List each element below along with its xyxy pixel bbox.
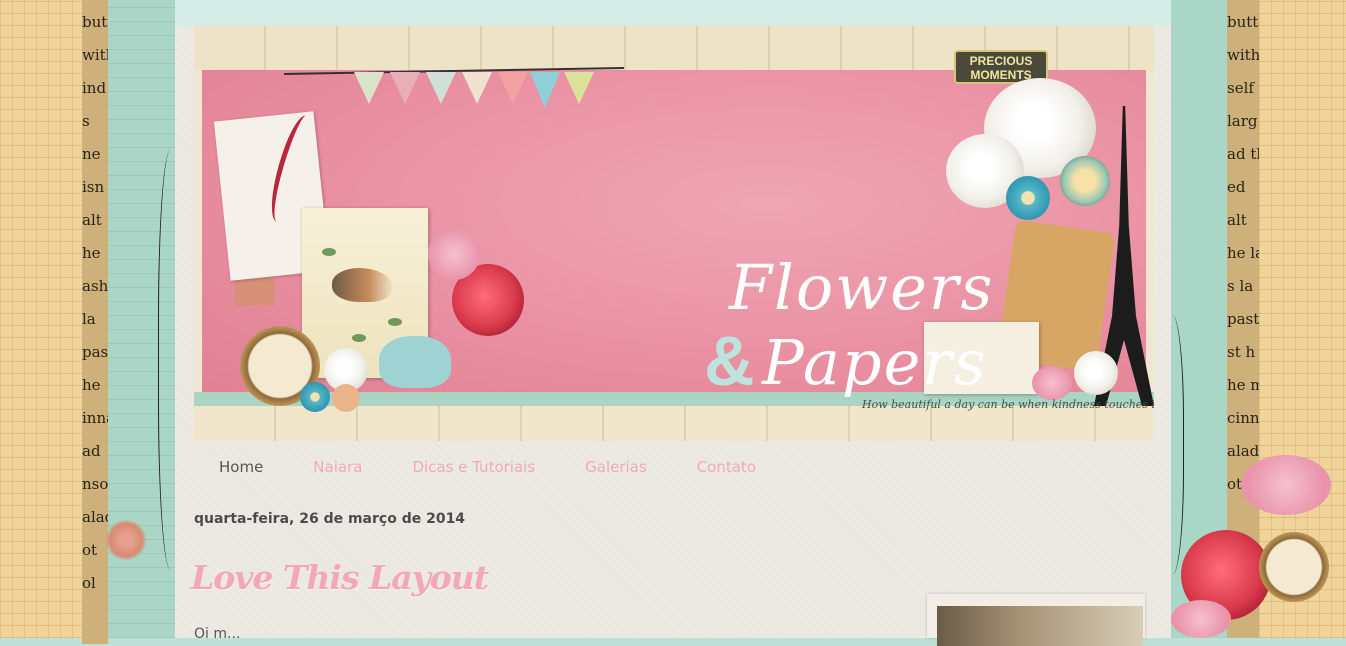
- newspaper-word: isn: [82, 178, 105, 196]
- newspaper-word: alt: [1227, 211, 1247, 229]
- post-date: quarta-feira, 26 de março de 2014: [194, 511, 466, 527]
- main-navigation: Home Naiara Dicas e Tutoriais Galerias Conta…: [219, 455, 806, 479]
- bunting-flag: [354, 72, 384, 104]
- logo-text-flowers: Flowers: [729, 251, 995, 324]
- bird-illustration: [332, 268, 392, 302]
- logo-ampersand: &: [704, 322, 755, 400]
- newspaper-word: with: [1227, 46, 1259, 64]
- newspaper-word: butte: [82, 13, 108, 31]
- newspaper-word: larg: [1227, 112, 1258, 130]
- newspaper-word: pas: [82, 343, 108, 361]
- newspaper-word: la: [82, 310, 96, 328]
- teapot-decoration: [379, 336, 451, 388]
- right-background-decoration: butte with self larg ad th ed alt he la s la past…: [1171, 0, 1346, 638]
- newspaper-word: nso: [82, 475, 108, 493]
- newspaper-word: alad: [82, 508, 108, 526]
- badge-line: PRECIOUS: [969, 54, 1033, 68]
- newspaper-word: he: [82, 244, 101, 262]
- flower-decoration: [1171, 600, 1231, 638]
- white-flower-decoration: [1074, 351, 1118, 395]
- newspaper-word: ind: [82, 79, 107, 97]
- flower-decoration: [1032, 366, 1072, 400]
- logo-text-papers: Papers: [762, 326, 988, 399]
- bunting-flag: [498, 72, 528, 104]
- post-image[interactable]: [927, 594, 1145, 646]
- grid-paper-strip: [0, 0, 82, 638]
- newspaper-word: s la: [1227, 277, 1254, 295]
- newspaper-word: self: [1227, 79, 1254, 97]
- post-body-text: Oi m...: [194, 626, 241, 642]
- newspaper-word: with: [82, 46, 108, 64]
- bunting-flag: [426, 72, 456, 104]
- leaf: [352, 334, 366, 342]
- newspaper-word: ed: [1227, 178, 1246, 196]
- newspaper-word: ashed: [82, 277, 108, 295]
- newspaper-word: he: [82, 376, 101, 394]
- blue-flower-decoration: [1006, 176, 1050, 220]
- clock-decoration: [1259, 532, 1329, 602]
- post-title[interactable]: Love This Layout: [191, 558, 489, 597]
- bunting-flag: [390, 72, 420, 104]
- stitch-doodle: [1155, 315, 1184, 575]
- newspaper-word: ne: [82, 145, 101, 163]
- newspaper-word: alt: [82, 211, 102, 229]
- blue-flower-decoration: [300, 382, 330, 412]
- nav-link-contato[interactable]: Contato: [697, 455, 756, 479]
- newspaper-word: he m: [1227, 376, 1259, 394]
- leaf: [388, 318, 402, 326]
- nav-link-galerias[interactable]: Galerias: [585, 455, 647, 479]
- leaf: [322, 248, 336, 256]
- newspaper-word: butte: [1227, 13, 1259, 31]
- flower-decoration: [428, 228, 480, 280]
- newspaper-word: ad th: [1227, 145, 1259, 163]
- left-background-decoration: butte with ind s ne isn alt he ashed la pas he innat…: [0, 0, 175, 644]
- newspaper-word: cinna: [1227, 409, 1259, 427]
- newspaper-word: ol: [82, 574, 96, 592]
- bunting-flag: [530, 72, 560, 108]
- nav-link-naiara[interactable]: Naiara: [313, 455, 362, 479]
- newspaper-word: he la: [1227, 244, 1259, 262]
- bunting-flag: [462, 72, 492, 104]
- top-strip: [175, 0, 1171, 26]
- newspaper-word: s: [82, 112, 90, 130]
- blog-main-column: PRECIOUS MOMENTS Flowers & Papers How be…: [175, 0, 1171, 646]
- logo-tagline: How beautiful a day can be when kindness…: [862, 398, 1154, 411]
- flower-decoration: [1241, 455, 1331, 515]
- bunting-flag: [564, 72, 594, 104]
- newspaper-text-strip: butte with ind s ne isn alt he ashed la pas he innat…: [82, 0, 108, 644]
- wood-texture: [194, 406, 1154, 441]
- nav-link-dicas-e-tutoriais[interactable]: Dicas e Tutoriais: [412, 455, 535, 479]
- newspaper-word: innat: [82, 409, 108, 427]
- header-banner[interactable]: PRECIOUS MOMENTS Flowers & Papers How be…: [194, 26, 1154, 441]
- newspaper-word: ad: [82, 442, 101, 460]
- clock-decoration: [1060, 156, 1110, 206]
- stitch-doodle: [158, 150, 189, 570]
- newspaper-word: st h: [1227, 343, 1256, 361]
- post-image-content: [937, 606, 1143, 646]
- flower-decoration: [332, 384, 360, 412]
- newspaper-word: pasto: [1227, 310, 1259, 328]
- flower-decoration: [104, 520, 148, 560]
- nav-link-home[interactable]: Home: [219, 455, 263, 479]
